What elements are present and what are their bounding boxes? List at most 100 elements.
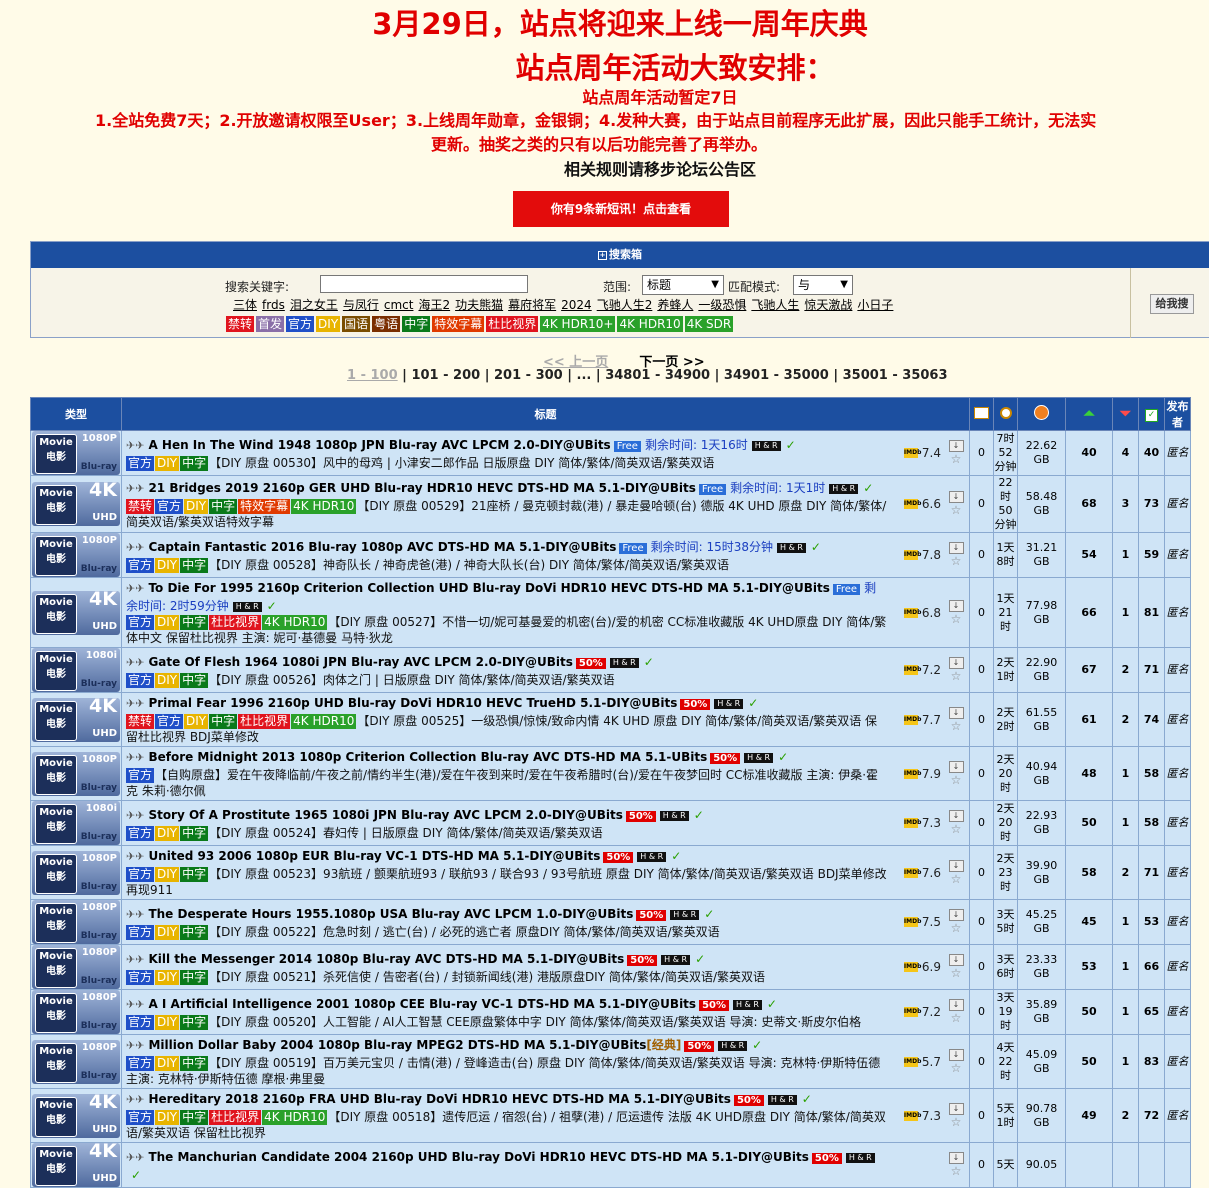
filter-tag[interactable]: 官方 bbox=[286, 316, 314, 332]
page-range-link[interactable]: 34801 - 34900 bbox=[605, 368, 710, 383]
comments-cell-value[interactable]: 0 bbox=[978, 713, 985, 726]
download-icon[interactable]: ↓ bbox=[949, 810, 964, 822]
comments-cell-value[interactable]: 0 bbox=[978, 816, 985, 829]
download-icon[interactable]: ↓ bbox=[949, 954, 964, 966]
hot-keyword-link[interactable]: 三体 bbox=[233, 298, 257, 312]
bookmark-icons[interactable]: ✈✈ bbox=[126, 541, 144, 554]
hot-keyword-link[interactable]: 惊天激战 bbox=[804, 298, 852, 312]
comments-cell-value[interactable]: 0 bbox=[978, 1005, 985, 1018]
new-messages-button[interactable]: 你有9条新短讯！点击查看 bbox=[513, 191, 729, 227]
download-icon[interactable]: ↓ bbox=[949, 1103, 964, 1115]
hot-keyword-link[interactable]: 泪之女王 bbox=[290, 298, 338, 312]
movie-category-icon[interactable]: Movie电影1080PBlu-ray bbox=[32, 533, 120, 577]
match-select[interactable]: 与▼ bbox=[793, 275, 853, 295]
torrent-name-link[interactable]: Million Dollar Baby 2004 1080p Blu-ray M… bbox=[148, 1038, 646, 1052]
scope-select[interactable]: 标题▼ bbox=[642, 275, 724, 295]
filter-tag[interactable]: 4K HDR10 bbox=[617, 316, 682, 332]
filter-tag[interactable]: 4K SDR bbox=[685, 316, 734, 332]
favorite-star-icon[interactable]: ☆ bbox=[951, 612, 962, 626]
comments-cell-value[interactable]: 0 bbox=[978, 548, 985, 561]
bookmark-icons[interactable]: ✈✈ bbox=[126, 998, 144, 1011]
comments-cell-value[interactable]: 0 bbox=[978, 767, 985, 780]
bookmark-icons[interactable]: ✈✈ bbox=[126, 953, 144, 966]
torrent-name-link[interactable]: Before Midnight 2013 1080p Criterion Col… bbox=[148, 750, 707, 764]
filter-tag[interactable]: 中字 bbox=[402, 316, 430, 332]
favorite-star-icon[interactable]: ☆ bbox=[951, 872, 962, 886]
comments-cell-value[interactable]: 0 bbox=[978, 866, 985, 879]
download-icon[interactable]: ↓ bbox=[949, 542, 964, 554]
page-range-link[interactable]: 101 - 200 bbox=[411, 368, 480, 383]
hot-keyword-link[interactable]: cmct bbox=[384, 298, 414, 312]
download-icon[interactable]: ↓ bbox=[949, 1152, 964, 1164]
col-completed[interactable]: ✓ bbox=[1139, 398, 1165, 431]
movie-category-icon[interactable]: Movie电影1080PBlu-ray bbox=[32, 945, 120, 989]
bookmark-icons[interactable]: ✈✈ bbox=[126, 1039, 144, 1052]
comments-cell-value[interactable]: 0 bbox=[978, 446, 985, 459]
hot-keyword-link[interactable]: 飞驰人生 bbox=[751, 298, 799, 312]
comments-cell-value[interactable]: 0 bbox=[978, 497, 985, 510]
col-title[interactable]: 标题 bbox=[122, 398, 970, 431]
download-icon[interactable]: ↓ bbox=[949, 657, 964, 669]
filter-tag[interactable]: 特效字幕 bbox=[432, 316, 484, 332]
bookmark-icons[interactable]: ✈✈ bbox=[126, 582, 144, 595]
filter-tag[interactable]: 国语 bbox=[342, 316, 370, 332]
torrent-name-link[interactable]: A Hen In The Wind 1948 1080p JPN Blu-ray… bbox=[148, 438, 610, 452]
search-input[interactable] bbox=[320, 275, 528, 293]
favorite-star-icon[interactable]: ☆ bbox=[951, 719, 962, 733]
torrent-name-link[interactable]: Primal Fear 1996 2160p UHD Blu-ray DoVi … bbox=[148, 696, 677, 710]
hot-keyword-link[interactable]: 海王2 bbox=[418, 298, 450, 312]
favorite-star-icon[interactable]: ☆ bbox=[951, 452, 962, 466]
filter-tag[interactable]: 首发 bbox=[256, 316, 284, 332]
hot-keyword-link[interactable]: 功夫熊猫 bbox=[455, 298, 503, 312]
col-time[interactable] bbox=[994, 398, 1018, 431]
download-icon[interactable]: ↓ bbox=[949, 860, 964, 872]
movie-category-icon[interactable]: Movie电影1080PBlu-ray bbox=[32, 851, 120, 895]
torrent-name-link[interactable]: The Manchurian Candidate 2004 2160p UHD … bbox=[148, 1150, 808, 1164]
col-size[interactable] bbox=[1018, 398, 1066, 431]
torrent-name-link[interactable]: A I Artificial Intelligence 2001 1080p C… bbox=[148, 997, 696, 1011]
hot-keyword-link[interactable]: 幕府将军 bbox=[508, 298, 556, 312]
movie-category-icon[interactable]: Movie电影1080PBlu-ray bbox=[32, 1040, 120, 1084]
page-range-link[interactable]: ... bbox=[577, 368, 592, 383]
page-range-link[interactable]: 34901 - 35000 bbox=[724, 368, 829, 383]
favorite-star-icon[interactable]: ☆ bbox=[951, 1061, 962, 1075]
hot-keyword-link[interactable]: frds bbox=[262, 298, 285, 312]
bookmark-icons[interactable]: ✈✈ bbox=[126, 697, 144, 710]
hot-keyword-link[interactable]: 小日子 bbox=[857, 298, 893, 312]
expand-icon[interactable]: + bbox=[598, 251, 607, 260]
download-icon[interactable]: ↓ bbox=[949, 491, 964, 503]
favorite-star-icon[interactable]: ☆ bbox=[951, 921, 962, 935]
movie-category-icon[interactable]: Movie电影4KUHD bbox=[32, 1094, 120, 1138]
page-range-link[interactable]: 1 - 100 bbox=[347, 368, 398, 383]
favorite-star-icon[interactable]: ☆ bbox=[951, 503, 962, 517]
bookmark-icons[interactable]: ✈✈ bbox=[126, 1151, 144, 1164]
search-box-header[interactable]: +搜索箱 bbox=[31, 242, 1209, 268]
movie-category-icon[interactable]: Movie电影1080iBlu-ray bbox=[32, 648, 120, 692]
torrent-name-link[interactable]: United 93 2006 1080p EUR Blu-ray VC-1 DT… bbox=[148, 849, 600, 863]
movie-category-icon[interactable]: Movie电影4KUHD bbox=[32, 1143, 120, 1187]
movie-category-icon[interactable]: Movie电影4KUHD bbox=[32, 482, 120, 526]
filter-tag[interactable]: 杜比视界 bbox=[486, 316, 538, 332]
filter-tag[interactable]: DIY bbox=[316, 316, 340, 332]
page-range-link[interactable]: 35001 - 35063 bbox=[843, 368, 948, 383]
favorite-star-icon[interactable]: ☆ bbox=[951, 554, 962, 568]
comments-cell-value[interactable]: 0 bbox=[978, 1055, 985, 1068]
search-button[interactable]: 给我搜 bbox=[1150, 294, 1194, 314]
comments-cell-value[interactable]: 0 bbox=[978, 1109, 985, 1122]
torrent-name-link[interactable]: To Die For 1995 2160p Criterion Collecti… bbox=[148, 581, 829, 595]
favorite-star-icon[interactable]: ☆ bbox=[951, 822, 962, 836]
torrent-name-link[interactable]: Story Of A Prostitute 1965 1080i JPN Blu… bbox=[148, 808, 622, 822]
torrent-name-link[interactable]: 21 Bridges 2019 2160p GER UHD Blu-ray HD… bbox=[148, 481, 695, 495]
hot-keyword-link[interactable]: 与凤行 bbox=[343, 298, 379, 312]
movie-category-icon[interactable]: Movie电影1080PBlu-ray bbox=[32, 752, 120, 796]
favorite-star-icon[interactable]: ☆ bbox=[951, 1011, 962, 1025]
movie-category-icon[interactable]: Movie电影1080PBlu-ray bbox=[32, 900, 120, 944]
download-icon[interactable]: ↓ bbox=[949, 999, 964, 1011]
col-leechers[interactable]: ⏷ bbox=[1113, 398, 1139, 431]
download-icon[interactable]: ↓ bbox=[949, 707, 964, 719]
bookmark-icons[interactable]: ✈✈ bbox=[126, 439, 144, 452]
comments-cell-value[interactable]: 0 bbox=[978, 606, 985, 619]
bookmark-icons[interactable]: ✈✈ bbox=[126, 656, 144, 669]
hot-keyword-link[interactable]: 一级恐惧 bbox=[698, 298, 746, 312]
col-type[interactable]: 类型 bbox=[31, 398, 122, 431]
